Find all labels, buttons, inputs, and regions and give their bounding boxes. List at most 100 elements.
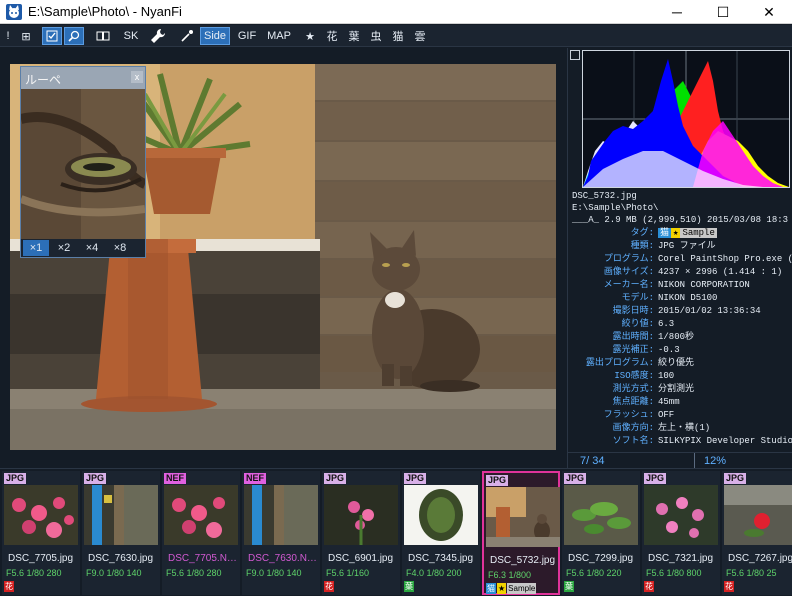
thumbnail[interactable]: NEF DSC_7630.N… F9.0 1/80 140 bbox=[242, 471, 320, 595]
thumbnail[interactable]: NEF DSC_7705.N… F5.6 1/80 280 bbox=[162, 471, 240, 595]
loupe-header[interactable]: ルーペ x bbox=[21, 67, 145, 89]
side-button[interactable]: Side bbox=[200, 27, 230, 45]
thumbnail-tags: 花 bbox=[4, 581, 14, 592]
histogram-toggle-icon[interactable] bbox=[570, 50, 580, 60]
tag-leaf-label: 葉 bbox=[348, 31, 360, 43]
thumbnail-tags: 葉 bbox=[404, 581, 414, 592]
info-value: 左上・横(1) bbox=[658, 423, 711, 433]
info-key: モデル: bbox=[621, 293, 654, 303]
info-key: プログラム: bbox=[603, 254, 654, 264]
maximize-button[interactable]: ☐ bbox=[700, 0, 746, 24]
info-value: JPG ファイル bbox=[658, 241, 716, 251]
thumbnail[interactable]: JPG DSC_6901.jpg F5.6 1/160 花 bbox=[322, 471, 400, 595]
red-flower-image bbox=[724, 485, 792, 545]
file-type-badge: NEF bbox=[164, 473, 186, 484]
tag-cloud-button[interactable]: 雲 bbox=[412, 27, 428, 45]
thumbnail-exif: F5.6 1/160 bbox=[326, 568, 370, 578]
tag-insect-label: 虫 bbox=[370, 31, 382, 43]
image-position: 7/ 34 bbox=[580, 455, 605, 467]
file-type-badge: JPG bbox=[324, 473, 347, 484]
info-key: 種類: bbox=[630, 241, 654, 251]
exclamation-icon: ! bbox=[6, 30, 10, 42]
zoom-x4-button[interactable]: ×4 bbox=[79, 240, 105, 256]
thumbnail-filename: DSC_7299.jpg bbox=[568, 553, 634, 564]
status-divider bbox=[694, 453, 695, 469]
file-type-badge: JPG bbox=[486, 475, 509, 486]
settings-button[interactable] bbox=[148, 27, 168, 45]
tag-badge: 花 bbox=[724, 581, 734, 592]
grid-icon: ⊞ bbox=[21, 30, 31, 43]
thumbnail[interactable]: JPG DSC_7345.jpg F4.0 1/80 200 葉 bbox=[402, 471, 480, 595]
title-bar[interactable]: E:\Sample\Photo\ - NyanFi ─ ☐ ✕ bbox=[0, 0, 792, 24]
info-value: NIKON D5100 bbox=[658, 293, 718, 303]
wall-image bbox=[84, 485, 158, 545]
side-label: Side bbox=[203, 30, 227, 42]
thumbnail[interactable]: JPG DSC_7321.jpg F5.6 1/80 800 花 bbox=[642, 471, 720, 595]
pink-flowers-image bbox=[164, 485, 238, 545]
close-button[interactable]: ✕ bbox=[746, 0, 792, 24]
zoom-x8-button[interactable]: ×8 bbox=[107, 240, 133, 256]
zoom-x2-button[interactable]: ×2 bbox=[51, 240, 77, 256]
zoom-x1-button[interactable]: ×1 bbox=[23, 240, 49, 256]
info-filename: DSC_5732.jpg bbox=[572, 191, 637, 201]
sk-button[interactable]: SK bbox=[120, 27, 142, 45]
close-icon: ✕ bbox=[763, 3, 775, 20]
info-key: 露光補正: bbox=[612, 345, 654, 355]
grid-button[interactable]: ⊞ bbox=[18, 27, 34, 45]
eyedropper-button[interactable] bbox=[178, 27, 196, 45]
file-type-badge: JPG bbox=[564, 473, 587, 484]
zoom-level: 12% bbox=[704, 455, 727, 467]
magnifier-icon bbox=[68, 30, 80, 42]
info-attributes: ___A_ 2.9 MB (2,999,510) 2015/03/08 18:3 bbox=[572, 215, 789, 225]
book-button[interactable] bbox=[94, 27, 112, 45]
thumbnail-exif: F4.0 1/80 200 bbox=[406, 568, 462, 578]
tag-leaf-button[interactable]: 葉 bbox=[346, 27, 362, 45]
thumbnail-exif: F9.0 1/80 140 bbox=[246, 568, 302, 578]
gif-button[interactable]: GIF bbox=[234, 27, 260, 45]
rgb-histogram-graph bbox=[583, 51, 789, 187]
info-value: 6.3 bbox=[658, 319, 675, 329]
info-row: 画像方向: 左上・横(1) bbox=[572, 422, 792, 434]
thumbnail-tags: 花 bbox=[644, 581, 654, 592]
tag-cat-button[interactable]: 猫 bbox=[390, 27, 406, 45]
thumbnail-strip[interactable]: JPG DSC_7705.jpg F5.6 1/80 280 花 JPG DSC… bbox=[0, 468, 792, 596]
gif-label: GIF bbox=[237, 30, 257, 42]
exclamation-button[interactable]: ! bbox=[2, 27, 14, 45]
check-box-icon bbox=[46, 30, 58, 42]
pink-flowers-image bbox=[4, 485, 78, 545]
thumbnail-tags: 猫 ★ Sample bbox=[486, 583, 537, 594]
info-key: 焦点距離: bbox=[612, 397, 654, 407]
thumbnail-exif: F5.6 1/80 280 bbox=[6, 568, 62, 578]
minimize-button[interactable]: ─ bbox=[654, 0, 700, 24]
info-value: NIKON CORPORATION bbox=[658, 280, 750, 290]
thumbnail-tags: 葉 bbox=[564, 581, 574, 592]
thumbnail[interactable]: JPG DSC_7267.jpg F5.6 1/80 25 花 bbox=[722, 471, 792, 595]
info-value: 分割測光 bbox=[658, 384, 695, 394]
info-value: 1/800秒 bbox=[658, 332, 695, 342]
thumbnail[interactable]: JPG DSC_7299.jpg F5.6 1/80 220 葉 bbox=[562, 471, 640, 595]
tag-badge: 猫 bbox=[486, 583, 496, 594]
loupe-panel[interactable]: ルーペ x ×1 ×2 ×4 ×8 bbox=[20, 66, 146, 258]
thumbnail-selected[interactable]: JPG DSC_5732.jpg F6.3 1/800 猫 ★ Sample bbox=[482, 471, 560, 595]
loupe-button[interactable] bbox=[64, 27, 84, 45]
file-type-badge: JPG bbox=[4, 473, 27, 484]
tag-flower-button[interactable]: 花 bbox=[324, 27, 340, 45]
loupe-close-button[interactable]: x bbox=[131, 71, 143, 83]
map-button[interactable]: MAP bbox=[264, 27, 294, 45]
tag-badge: 葉 bbox=[564, 581, 574, 592]
info-value: 45mm bbox=[658, 397, 680, 407]
thumbnail-tags: 花 bbox=[324, 581, 334, 592]
check-box-button[interactable] bbox=[42, 27, 62, 45]
info-tags: 猫 ★ Sample bbox=[658, 227, 717, 239]
cat-app-icon bbox=[6, 4, 22, 20]
thumbnail-image bbox=[4, 485, 78, 545]
tag-cat-label: 猫 bbox=[392, 31, 404, 43]
tag-star-button[interactable]: ★ bbox=[302, 27, 318, 45]
info-row-tags: タグ: 猫 ★ Sample bbox=[572, 227, 792, 239]
tag-insect-button[interactable]: 虫 bbox=[368, 27, 384, 45]
thumbnail[interactable]: JPG DSC_7705.jpg F5.6 1/80 280 花 bbox=[2, 471, 80, 595]
thumbnail-image bbox=[164, 485, 238, 545]
info-value: SILKYPIX Developer Studio bbox=[658, 436, 792, 446]
info-row: 画像サイズ: 4237 × 2996 (1.414 : 1) bbox=[572, 266, 792, 278]
thumbnail[interactable]: JPG DSC_7630.jpg F9.0 1/80 140 bbox=[82, 471, 160, 595]
